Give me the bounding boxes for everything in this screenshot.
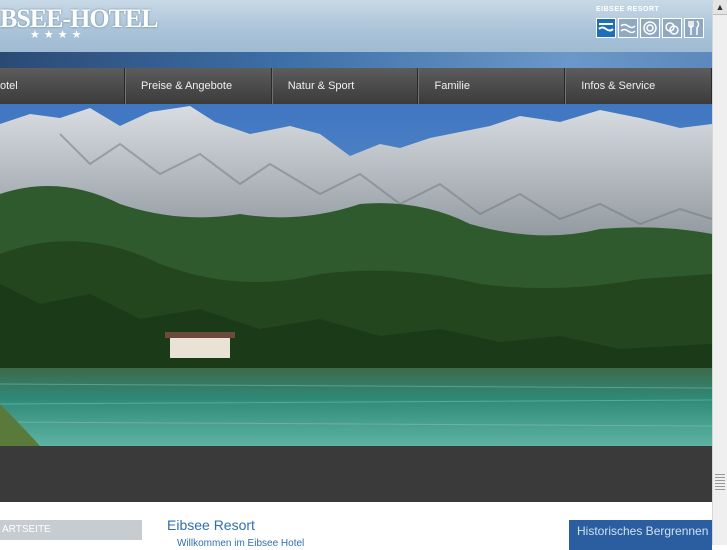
- wave-logo-icon[interactable]: [596, 18, 616, 38]
- scroll-grip-icon[interactable]: [715, 474, 725, 492]
- site-header: BSEE-HOTEL ★★★★ EIBSEE RESORT: [0, 0, 712, 52]
- rings-icon[interactable]: [662, 18, 682, 38]
- nav-item-familie[interactable]: Familie: [418, 68, 566, 104]
- resort-icon-bar: [596, 18, 704, 38]
- vertical-scrollbar[interactable]: ▲: [712, 0, 727, 545]
- promo-banner[interactable]: Historisches Bergrennen um den Zugspitz-…: [569, 520, 712, 550]
- nav-item-preise[interactable]: Preise & Angebote: [124, 68, 272, 104]
- page-title: Eibsee Resort: [167, 517, 255, 533]
- hero-image: [0, 104, 712, 446]
- sidebar-heading[interactable]: ARTSEITE: [0, 520, 142, 540]
- nav-item-hotel[interactable]: otel: [0, 68, 125, 104]
- main-navigation: otel Preise & Angebote Natur & Sport Fam…: [0, 68, 713, 104]
- nav-item-natur-sport[interactable]: Natur & Sport: [271, 68, 419, 104]
- resort-label: EIBSEE RESORT: [596, 6, 660, 13]
- lake-icon[interactable]: [618, 18, 638, 38]
- header-image-strip: [0, 52, 712, 68]
- scroll-up-arrow-icon[interactable]: ▲: [713, 0, 727, 15]
- cutlery-icon[interactable]: [684, 18, 704, 38]
- star-rating: ★★★★: [30, 29, 86, 41]
- nav-item-infos-service[interactable]: Infos & Service: [565, 68, 713, 104]
- content-dark-band: [0, 446, 712, 502]
- circle-icon[interactable]: [640, 18, 660, 38]
- welcome-link[interactable]: Willkommen im Eibsee Hotel: [177, 538, 304, 549]
